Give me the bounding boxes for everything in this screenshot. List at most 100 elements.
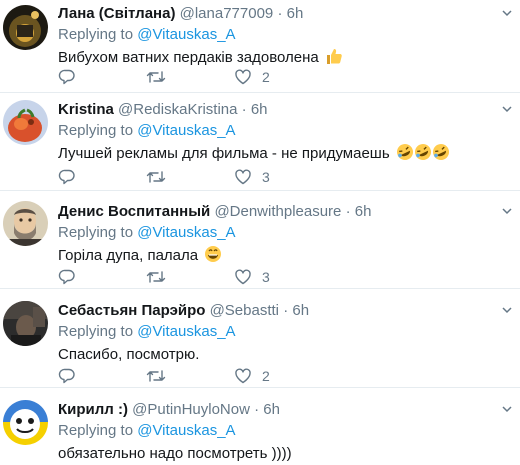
- author-name[interactable]: Денис Воспитанный: [58, 203, 210, 220]
- caret-down-icon[interactable]: [500, 6, 514, 20]
- mention-link[interactable]: @Vitauskas_A: [137, 422, 235, 439]
- mention-link[interactable]: @Vitauskas_A: [137, 26, 235, 43]
- like-count: 2: [262, 69, 270, 85]
- tweet-actions: 3: [58, 166, 438, 188]
- mention-link[interactable]: @Vitauskas_A: [137, 224, 235, 241]
- timestamp[interactable]: 6h: [263, 401, 280, 418]
- retweet-button[interactable]: [146, 166, 176, 188]
- retweet-button[interactable]: [146, 266, 176, 288]
- tweet-actions: 2: [58, 66, 438, 88]
- reply-button[interactable]: [58, 365, 86, 387]
- retweet-icon: [146, 171, 166, 183]
- avatar[interactable]: [3, 400, 48, 445]
- separator-dot: ·: [241, 101, 247, 118]
- like-icon: [235, 69, 251, 85]
- retweet-icon: [146, 370, 166, 382]
- tweet-kirill[interactable]: Кирилл :) @PutinHuyloNow · 6h Replying t…: [0, 388, 520, 464]
- avatar[interactable]: [3, 100, 48, 145]
- avatar[interactable]: [3, 5, 48, 50]
- timestamp[interactable]: 6h: [251, 101, 268, 118]
- reply-button[interactable]: [58, 166, 86, 188]
- like-button[interactable]: 2: [234, 365, 270, 387]
- tweet-text-body: Лучшей рекламы для фильма - не придумаеш…: [58, 145, 390, 162]
- author-name[interactable]: Лана (Світлана): [58, 5, 175, 22]
- timestamp[interactable]: 6h: [355, 203, 372, 220]
- replying-prefix: Replying to: [58, 422, 138, 439]
- replying-prefix: Replying to: [58, 224, 138, 241]
- retweet-icon: [146, 71, 166, 83]
- replying-to: Replying to @Vitauskas_A: [58, 24, 512, 45]
- author-handle[interactable]: @lana777009: [180, 5, 274, 22]
- replying-to: Replying to @Vitauskas_A: [58, 420, 512, 441]
- reply-icon: [58, 368, 75, 384]
- tweet-lana[interactable]: Лана (Світлана) @lana777009 · 6h Replyin…: [0, 0, 520, 93]
- author-name[interactable]: Кирилл :): [58, 401, 128, 418]
- like-icon: [235, 169, 251, 185]
- like-icon: [235, 269, 251, 285]
- author-handle[interactable]: @RediskaKristina: [118, 101, 237, 118]
- avatar-image: [3, 301, 48, 346]
- mention-link[interactable]: @Vitauskas_A: [137, 122, 235, 139]
- tweet-header: Себастьян Парэйро @Sebastti · 6h: [58, 300, 512, 321]
- tweet-header: Кирилл :) @PutinHuyloNow · 6h: [58, 399, 512, 420]
- tweet-text-body: обязательно надо посмотреть )))): [58, 445, 292, 462]
- author-handle[interactable]: @Denwithpleasure: [214, 203, 341, 220]
- reply-icon: [58, 269, 75, 285]
- avatar[interactable]: [3, 201, 48, 246]
- avatar-image: [3, 400, 48, 445]
- separator-dot: ·: [254, 401, 260, 418]
- tweet-actions: 2: [58, 365, 438, 387]
- caret-down-icon[interactable]: [500, 402, 514, 416]
- tweet-text-body: Вибухом ватних пердаків задоволена: [58, 49, 319, 66]
- tweet-kristina[interactable]: Kristina @RediskaKristina · 6h Replying …: [0, 93, 520, 191]
- like-button[interactable]: 3: [234, 266, 270, 288]
- tweet-header: Kristina @RediskaKristina · 6h: [58, 99, 512, 120]
- avatar-image: [3, 201, 48, 246]
- replying-to: Replying to @Vitauskas_A: [58, 120, 512, 141]
- reply-button[interactable]: [58, 266, 86, 288]
- reply-thread: Лана (Світлана) @lana777009 · 6h Replyin…: [0, 0, 520, 464]
- avatar-image: [3, 5, 48, 50]
- tweet-denis[interactable]: Денис Воспитанный @Denwithpleasure · 6h …: [0, 191, 520, 289]
- timestamp[interactable]: 6h: [287, 5, 304, 22]
- reply-button[interactable]: [58, 66, 86, 88]
- tweet-header: Лана (Світлана) @lana777009 · 6h: [58, 3, 512, 24]
- replying-prefix: Replying to: [58, 26, 138, 43]
- separator-dot: ·: [283, 302, 289, 319]
- tweet-text: обязательно надо посмотреть )))): [58, 443, 512, 465]
- separator-dot: ·: [277, 5, 283, 22]
- replying-prefix: Replying to: [58, 122, 138, 139]
- author-name[interactable]: Kristina: [58, 101, 114, 118]
- retweet-button[interactable]: [146, 66, 176, 88]
- tweet-text-body: Спасибо, посмотрю.: [58, 346, 200, 363]
- mention-link[interactable]: @Vitauskas_A: [137, 323, 235, 340]
- rolling-laughing-icon: [396, 143, 450, 168]
- tweet-text: Лучшей рекламы для фильма - не придумаеш…: [58, 143, 512, 168]
- tweet-header: Денис Воспитанный @Denwithpleasure · 6h: [58, 201, 512, 222]
- like-button[interactable]: 2: [234, 66, 270, 88]
- like-count: 2: [262, 368, 270, 384]
- caret-down-icon[interactable]: [500, 204, 514, 218]
- tweet-text-body: Горіла дупа, палала: [58, 247, 199, 264]
- timestamp[interactable]: 6h: [292, 302, 309, 319]
- caret-down-icon[interactable]: [500, 303, 514, 317]
- tweet-sebastian[interactable]: Себастьян Парэйро @Sebastti · 6h Replyin…: [0, 289, 520, 388]
- tweet-actions: 3: [58, 266, 438, 288]
- reply-icon: [58, 69, 75, 85]
- author-handle[interactable]: @PutinHuyloNow: [132, 401, 250, 418]
- replying-to: Replying to @Vitauskas_A: [58, 321, 512, 342]
- tweet-text: Спасибо, посмотрю.: [58, 344, 512, 366]
- like-button[interactable]: 3: [234, 166, 270, 188]
- author-name[interactable]: Себастьян Парэйро: [58, 302, 205, 319]
- reply-icon: [58, 169, 75, 185]
- retweet-button[interactable]: [146, 365, 176, 387]
- like-icon: [235, 368, 251, 384]
- avatar-image: [3, 100, 48, 145]
- retweet-icon: [146, 271, 166, 283]
- separator-dot: ·: [345, 203, 351, 220]
- avatar[interactable]: [3, 301, 48, 346]
- caret-down-icon[interactable]: [500, 102, 514, 116]
- like-count: 3: [262, 169, 270, 185]
- author-handle[interactable]: @Sebastti: [210, 302, 279, 319]
- like-count: 3: [262, 269, 270, 285]
